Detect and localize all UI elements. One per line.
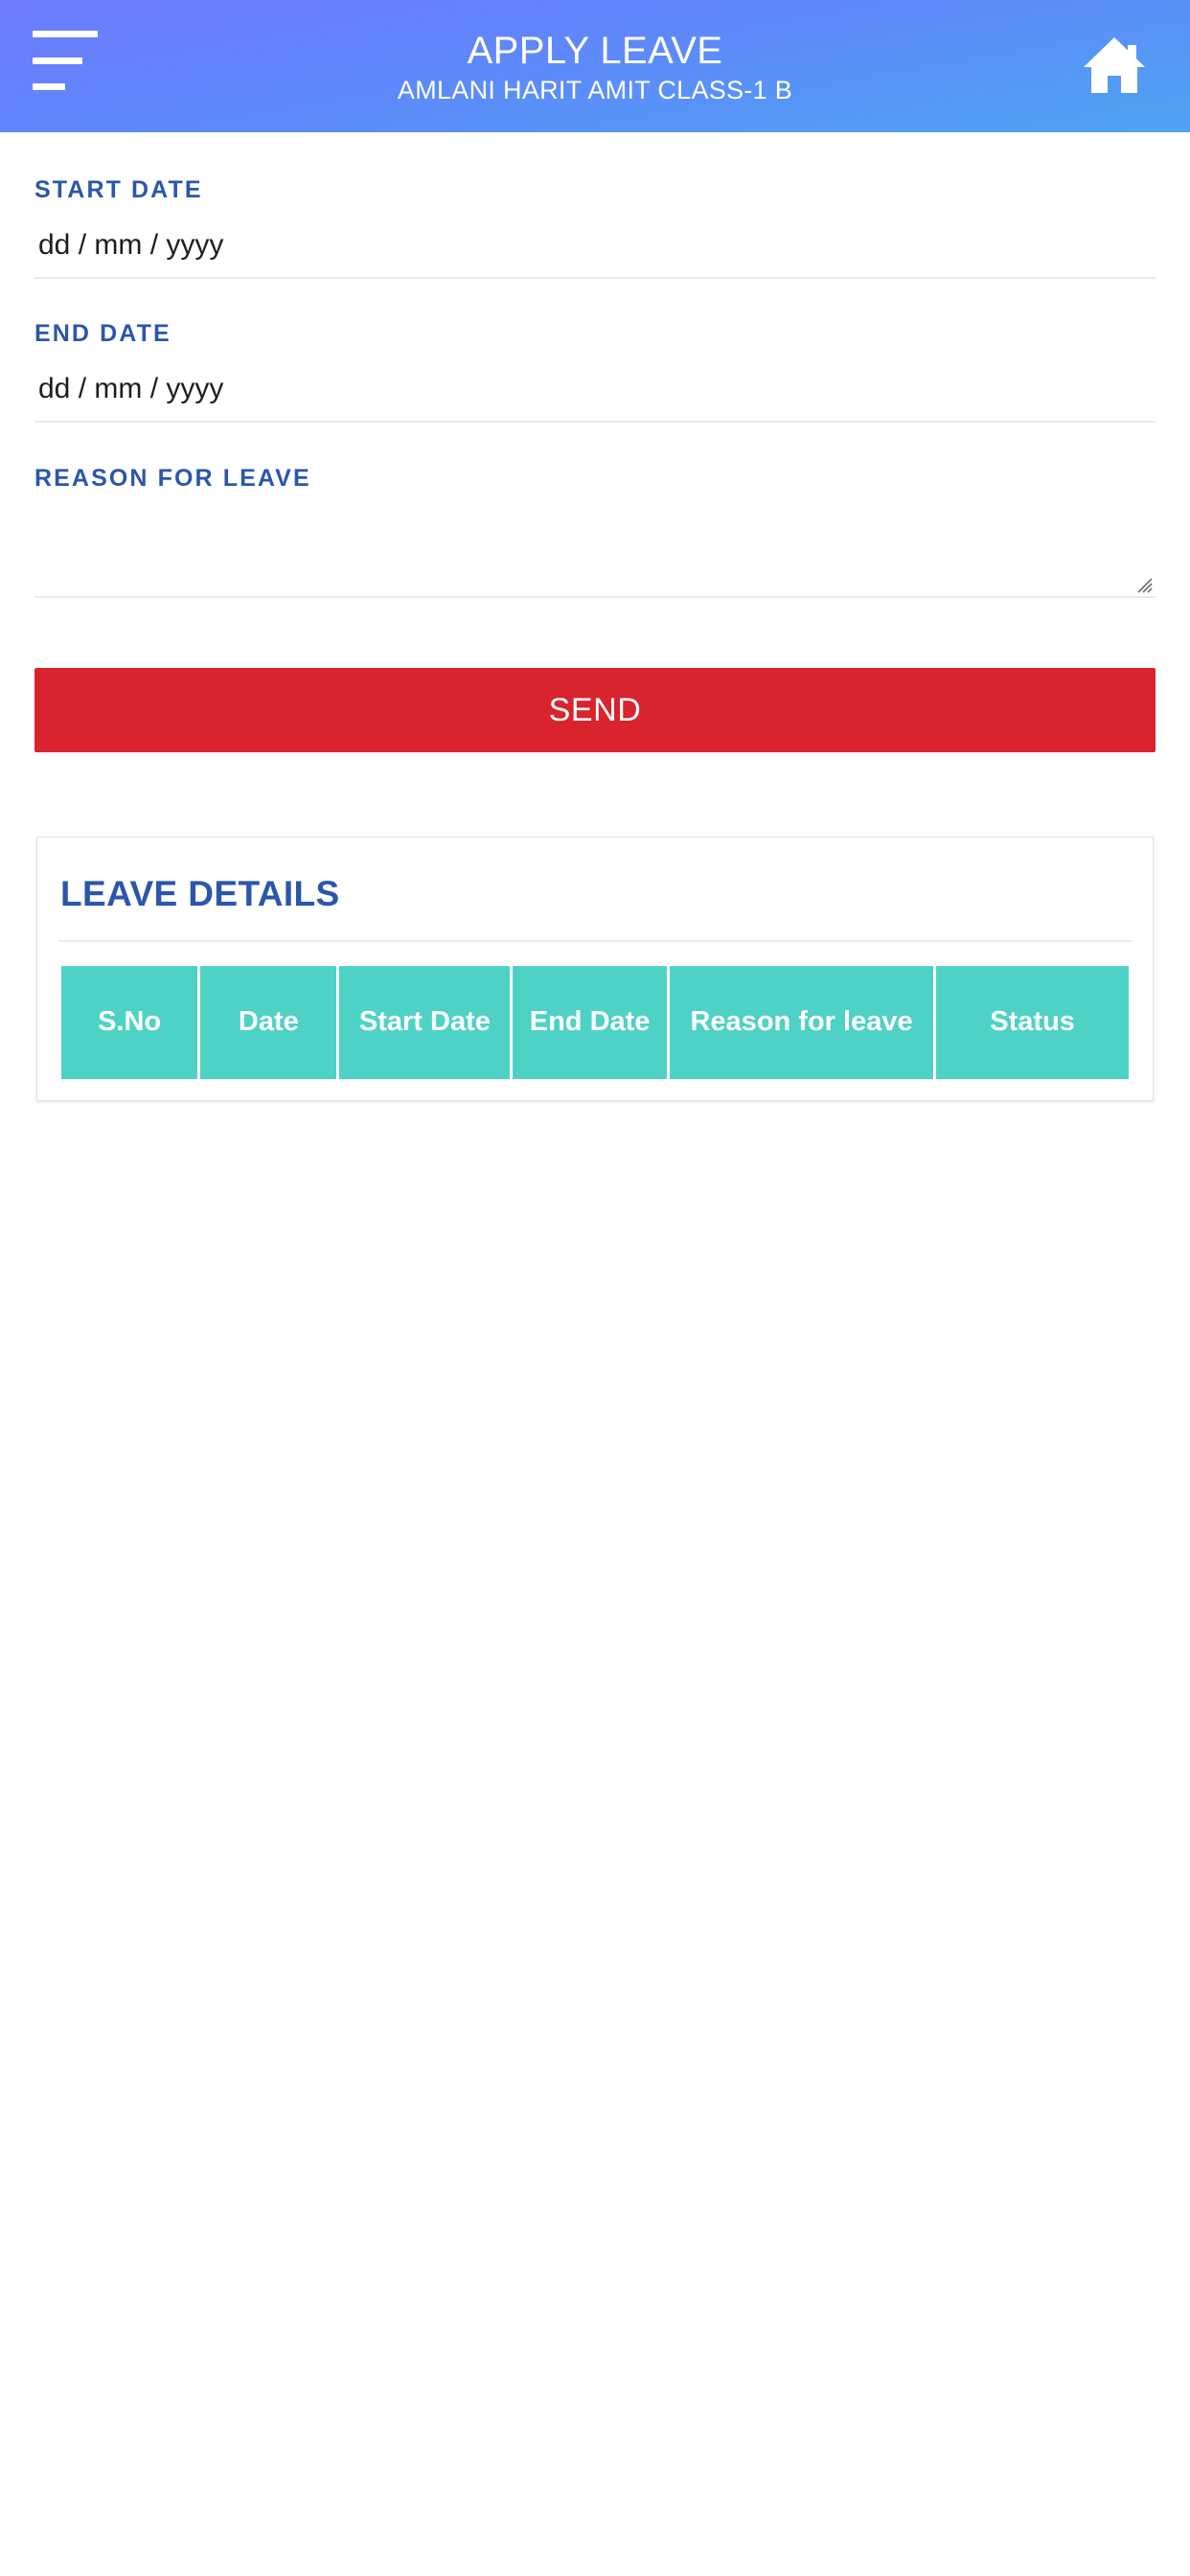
header-title-group: APPLY LEAVE AMLANI HARIT AMIT CLASS-1 B <box>398 30 792 104</box>
end-date-input[interactable] <box>38 367 1156 407</box>
start-date-label: START DATE <box>34 176 203 203</box>
home-button[interactable] <box>1075 27 1154 104</box>
end-date-input-wrap[interactable] <box>34 367 1156 423</box>
reason-field: REASON FOR LEAVE <box>34 423 1156 598</box>
column-header-date: Date <box>200 966 337 1079</box>
reason-label: REASON FOR LEAVE <box>34 465 311 492</box>
hamburger-menu-icon[interactable] <box>33 31 102 90</box>
start-date-field: START DATE <box>34 132 1156 279</box>
hamburger-bar-2 <box>33 57 82 64</box>
page-title: APPLY LEAVE <box>467 29 723 72</box>
column-header-reason: Reason for leave <box>669 966 934 1079</box>
end-date-field: END DATE <box>34 279 1156 423</box>
column-header-sno: S.No <box>61 966 198 1079</box>
table-header-row: S.No Date Start Date End Date Reason for… <box>61 966 1129 1079</box>
apply-leave-screen: APPLY LEAVE AMLANI HARIT AMIT CLASS-1 B … <box>0 0 1190 2576</box>
end-date-label: END DATE <box>34 320 172 347</box>
student-subtitle: AMLANI HARIT AMIT CLASS-1 B <box>397 75 793 104</box>
reason-textarea[interactable] <box>34 516 1156 596</box>
home-icon <box>1082 35 1147 95</box>
start-date-input-wrap[interactable] <box>34 223 1156 279</box>
app-header: APPLY LEAVE AMLANI HARIT AMIT CLASS-1 B <box>0 0 1190 132</box>
leave-details-table: S.No Date Start Date End Date Reason for… <box>58 966 1132 1079</box>
card-divider <box>58 940 1132 942</box>
leave-details-card: LEAVE DETAILS S.No Date Start Date End D… <box>36 837 1154 1101</box>
table-head: S.No Date Start Date End Date Reason for… <box>61 966 1129 1079</box>
column-header-end-date: End Date <box>513 966 667 1079</box>
hamburger-bar-3 <box>33 83 65 90</box>
column-header-start-date: Start Date <box>339 966 511 1079</box>
hamburger-bar-1 <box>33 31 98 37</box>
start-date-input[interactable] <box>38 223 1156 264</box>
leave-details-title: LEAVE DETAILS <box>60 874 340 913</box>
leave-form: START DATE END DATE REASON FOR LEAVE <box>0 132 1190 598</box>
send-button[interactable]: SEND <box>34 668 1156 752</box>
reason-input-wrap[interactable] <box>34 516 1156 598</box>
leave-details-section: LEAVE DETAILS S.No Date Start Date End D… <box>0 837 1190 1101</box>
column-header-status: Status <box>936 966 1129 1079</box>
send-row: SEND <box>0 668 1190 752</box>
